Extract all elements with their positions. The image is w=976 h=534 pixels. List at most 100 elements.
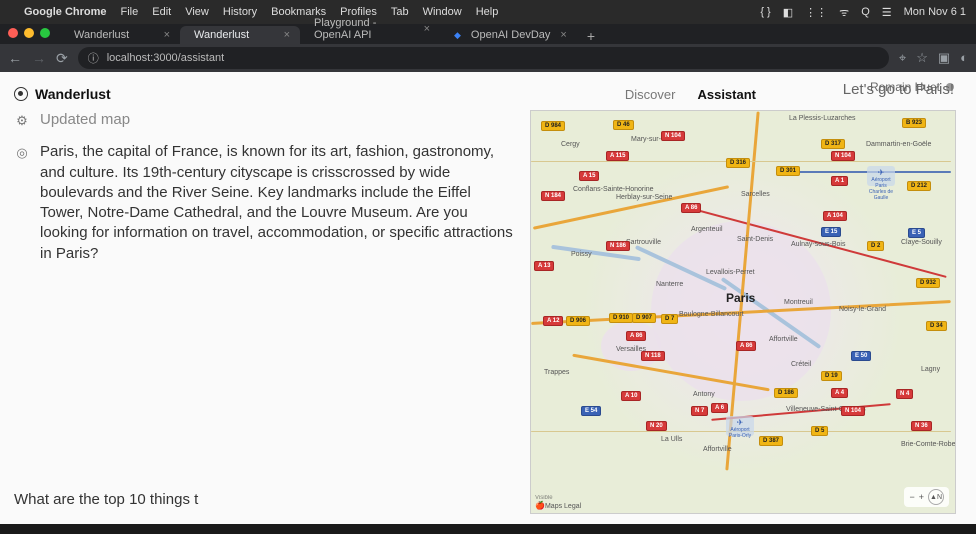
site-info-icon[interactable]: ⓘ <box>88 50 99 66</box>
highway-badge: D 316 <box>726 158 750 168</box>
new-tab-button[interactable]: + <box>577 28 605 44</box>
address-bar[interactable]: ⓘ localhost:3000/assistant <box>78 47 889 69</box>
zoom-out-button[interactable]: − <box>909 492 914 502</box>
chat-panel: Let's go to Paris! ⚙ Updated map ◎ Paris… <box>14 110 514 514</box>
map-place-label: Poissy <box>571 251 592 258</box>
close-tab-icon[interactable]: × <box>424 23 430 35</box>
close-tab-icon[interactable]: × <box>284 29 290 41</box>
close-tab-icon[interactable]: × <box>560 29 566 41</box>
nav-discover[interactable]: Discover <box>625 87 676 102</box>
highway-badge: D 212 <box>907 181 931 191</box>
status-braces-icon[interactable]: { } <box>760 6 770 18</box>
status-wifi-icon[interactable]: ᯤ <box>839 5 849 20</box>
highway-badge: B 923 <box>902 118 926 128</box>
menubar-file[interactable]: File <box>121 6 139 18</box>
map-place-label: Argenteuil <box>691 226 723 233</box>
minimize-window-button[interactable] <box>24 28 34 38</box>
highway-badge: N 4 <box>896 389 913 399</box>
highway-badge: N 186 <box>606 241 630 251</box>
highway-badge: N 118 <box>641 351 665 361</box>
menubar-view[interactable]: View <box>185 6 209 18</box>
browser-tab[interactable]: Wanderlust× <box>180 26 300 44</box>
map-city-label: Paris <box>726 291 755 305</box>
assistant-icon: ◎ <box>14 145 30 161</box>
highway-badge: D 387 <box>759 436 783 446</box>
browser-toolbar: ← → ⟳ ⓘ localhost:3000/assistant ⌖ ☆ ▣ ◐ <box>0 44 976 72</box>
map-place-label: Montreuil <box>784 299 813 306</box>
map-place-label: Antony <box>693 391 715 398</box>
highway-badge: D 932 <box>916 278 940 288</box>
map-place-label: Conflans-Sainte-Honorine <box>573 186 654 193</box>
nav-assistant[interactable]: Assistant <box>697 87 756 102</box>
highway-badge: D 19 <box>821 371 842 381</box>
status-search-icon[interactable]: Q <box>861 6 870 18</box>
macos-menubar: Google Chrome File Edit View History Boo… <box>0 0 976 24</box>
reload-button[interactable]: ⟳ <box>56 50 68 67</box>
airport-label: Aéroport Paris-Orly <box>729 427 751 439</box>
highway-badge: N 104 <box>661 131 685 141</box>
bookmark-icon[interactable]: ☆ <box>916 50 928 66</box>
menubar-history[interactable]: History <box>223 6 257 18</box>
message-assistant: ◎ Paris, the capital of France, is known… <box>14 142 514 264</box>
url-text: localhost:3000/assistant <box>107 52 224 64</box>
profile-icon[interactable]: ◐ <box>960 50 968 66</box>
app-viewport: Wanderlust Discover Assistant Romain Hue… <box>0 72 976 524</box>
map-place-label: Nanterre <box>656 281 683 288</box>
browser-tab[interactable]: ◆OpenAI DevDay× <box>440 26 577 44</box>
map-place-label: Sarcelles <box>741 191 770 198</box>
highway-badge: A 86 <box>736 341 756 351</box>
map-attrib-text[interactable]: Maps Legal <box>545 503 581 510</box>
zoom-in-button[interactable]: + <box>919 492 924 502</box>
menubar-edit[interactable]: Edit <box>152 6 171 18</box>
highway-badge: A 4 <box>831 388 848 398</box>
highway-badge: N 104 <box>831 151 855 161</box>
highway-badge: D 34 <box>926 321 947 331</box>
gear-icon: ⚙ <box>14 113 30 129</box>
highway-badge: D 906 <box>566 316 590 326</box>
browser-tab[interactable]: Playground - OpenAI API× <box>300 14 440 44</box>
window-controls <box>8 28 50 38</box>
map-airport-icon: Aéroport Paris Charles de Gaulle <box>867 166 895 186</box>
extensions-icon[interactable]: ▣ <box>938 50 950 66</box>
brand-icon <box>14 87 28 101</box>
map-attribution: Visible 🍎Maps Legal <box>535 495 581 510</box>
close-window-button[interactable] <box>8 28 18 38</box>
map-place-label: La Plessis-Luzarches <box>789 115 856 122</box>
maximize-window-button[interactable] <box>40 28 50 38</box>
highway-badge: D 2 <box>867 241 884 251</box>
back-button[interactable]: ← <box>8 50 22 66</box>
message-text: Updated map <box>40 110 130 130</box>
status-battery-icon[interactable]: ◧ <box>783 6 793 19</box>
highway-badge: A 86 <box>681 203 701 213</box>
browser-tab[interactable]: Wanderlust× <box>60 26 180 44</box>
airport-label: Aéroport Paris Charles de Gaulle <box>869 177 893 201</box>
close-tab-icon[interactable]: × <box>164 29 170 41</box>
menubar-help[interactable]: Help <box>476 6 499 18</box>
highway-badge: A 13 <box>534 261 554 271</box>
compass-icon[interactable]: ▲ N <box>928 489 944 505</box>
forward-button[interactable]: → <box>32 50 46 66</box>
menubar-app[interactable]: Google Chrome <box>24 6 107 18</box>
map-place-label: Sartrouville <box>626 239 661 246</box>
status-wifi-icon[interactable]: ⋮⋮ <box>805 6 827 19</box>
brand-name: Wanderlust <box>35 86 111 102</box>
status-control-center-icon[interactable]: ☰ <box>882 6 892 19</box>
app-brand[interactable]: Wanderlust <box>14 86 111 102</box>
highway-badge: A 1 <box>831 176 848 186</box>
map-place-label: Dammartin-en-Goële <box>866 141 931 148</box>
highway-badge: D 46 <box>613 120 634 130</box>
highway-badge: A 104 <box>823 211 847 221</box>
map-place-label: Lagny <box>921 366 940 373</box>
highway-badge: D 7 <box>661 314 678 324</box>
app-header: Wanderlust Discover Assistant <box>14 86 956 102</box>
highway-badge: N 104 <box>841 406 865 416</box>
menubar-clock[interactable]: Mon Nov 6 1 <box>904 6 966 18</box>
composer <box>14 485 514 514</box>
message-text: Paris, the capital of France, is known f… <box>40 142 514 264</box>
location-icon[interactable]: ⌖ <box>899 50 906 66</box>
highway-badge: A 15 <box>579 171 599 181</box>
map-panel[interactable]: Paris Cergy Mary-sur-Oise La Plessis-Luz… <box>530 110 956 514</box>
highway-badge: E 54 <box>581 406 601 416</box>
highway-badge: N 36 <box>911 421 932 431</box>
composer-input[interactable] <box>14 485 514 514</box>
